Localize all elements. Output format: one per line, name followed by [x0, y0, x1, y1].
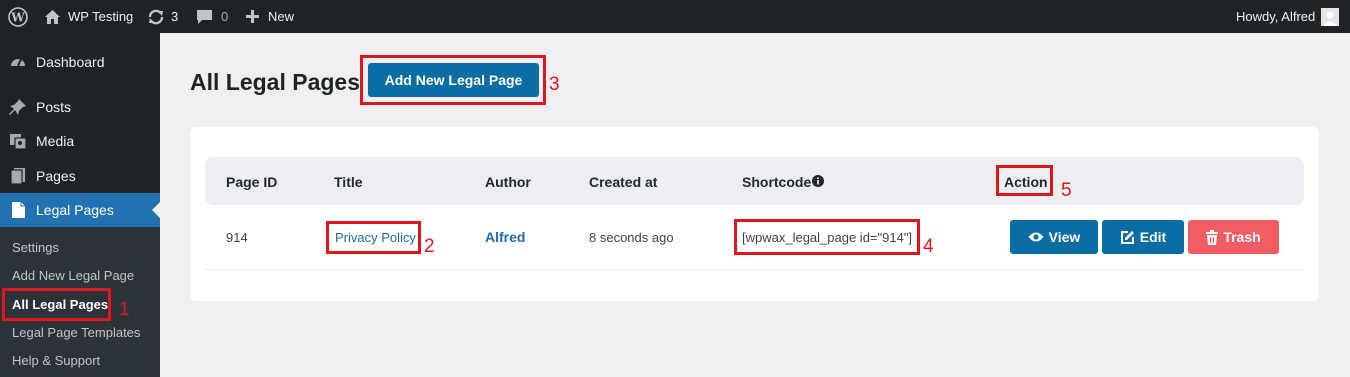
pages-icon: [9, 167, 27, 185]
column-header-author: Author: [485, 174, 531, 190]
annotation-number-5: 5: [1061, 180, 1072, 201]
menu-item-pages[interactable]: Pages: [0, 159, 160, 193]
site-name: WP Testing: [68, 9, 134, 24]
home-icon: [44, 9, 61, 25]
cell-page-id: 914: [226, 230, 248, 245]
annotation-number-3: 3: [549, 74, 560, 95]
legal-pages-card: [190, 127, 1319, 301]
menu-label: Legal Pages: [36, 202, 114, 218]
trash-icon: [1206, 229, 1219, 245]
annotation-box-4: [734, 219, 920, 255]
avatar: [1321, 7, 1340, 26]
trash-label: Trash: [1223, 229, 1261, 245]
new-label: New: [268, 9, 295, 24]
wordpress-icon[interactable]: W: [8, 0, 28, 33]
document-icon: [9, 201, 27, 219]
annotation-box-5: [996, 165, 1053, 196]
admin-bar: W WP Testing 3 0 New Howdy, Alfred: [0, 0, 1350, 33]
column-header-created-at: Created at: [589, 174, 658, 190]
shortcode-header-label: Shortcode: [742, 174, 812, 190]
comments-count: 0: [221, 9, 229, 24]
updates-count: 3: [171, 9, 179, 24]
edit-label: Edit: [1139, 229, 1167, 245]
annotation-number-1: 1: [119, 299, 130, 320]
page-title: All Legal Pages: [190, 69, 361, 95]
cell-created-at: 8 seconds ago: [589, 230, 674, 245]
menu-item-media[interactable]: Media: [0, 124, 160, 158]
new-content-link[interactable]: New: [245, 0, 294, 33]
pin-icon: [9, 98, 27, 116]
eye-icon: [1028, 231, 1044, 243]
comments-link[interactable]: 0: [196, 0, 228, 33]
menu-label: Pages: [36, 168, 76, 184]
submenu-item-add-new-legal-page[interactable]: Add New Legal Page: [12, 268, 134, 283]
annotation-number-4: 4: [923, 236, 934, 257]
row-divider: [205, 269, 1304, 270]
column-header-title: Title: [334, 174, 363, 190]
annotation-box-1: [2, 288, 111, 321]
menu-item-legal-pages[interactable]: Legal Pages: [0, 193, 160, 227]
submenu-item-legal-page-templates[interactable]: Legal Page Templates: [12, 325, 140, 340]
updates-link[interactable]: 3: [147, 0, 178, 33]
column-header-shortcode: Shortcode: [742, 174, 825, 190]
column-header-page-id: Page ID: [226, 174, 278, 190]
edit-icon: [1120, 230, 1135, 245]
annotation-number-2: 2: [424, 236, 435, 257]
svg-text:W: W: [10, 10, 25, 24]
annotation-box-2: [326, 221, 421, 254]
annotation-box-3: [360, 55, 546, 105]
submenu-item-help-support[interactable]: Help & Support: [12, 353, 100, 368]
info-icon[interactable]: [812, 174, 825, 190]
menu-label: Dashboard: [36, 54, 105, 70]
submenu-item-settings[interactable]: Settings: [12, 240, 59, 255]
view-button[interactable]: View: [1010, 220, 1098, 254]
menu-item-dashboard[interactable]: Dashboard: [0, 45, 160, 79]
greeting: Howdy, Alfred: [1236, 9, 1316, 24]
account-menu[interactable]: Howdy, Alfred: [1236, 0, 1340, 33]
media-icon: [9, 132, 27, 150]
edit-button[interactable]: Edit: [1102, 220, 1184, 254]
menu-label: Media: [36, 133, 75, 149]
view-label: View: [1048, 229, 1081, 245]
menu-label: Posts: [36, 99, 72, 115]
comment-icon: [196, 9, 213, 25]
trash-button[interactable]: Trash: [1188, 220, 1279, 254]
plus-icon: [245, 9, 260, 24]
updates-icon: [147, 8, 165, 26]
dashboard-icon: [9, 53, 27, 71]
site-name-link[interactable]: WP Testing: [44, 0, 133, 33]
author-link[interactable]: Alfred: [485, 229, 525, 245]
menu-item-posts[interactable]: Posts: [0, 90, 160, 124]
admin-sidebar: Dashboard Posts Media Pages Legal Pages …: [0, 33, 160, 377]
